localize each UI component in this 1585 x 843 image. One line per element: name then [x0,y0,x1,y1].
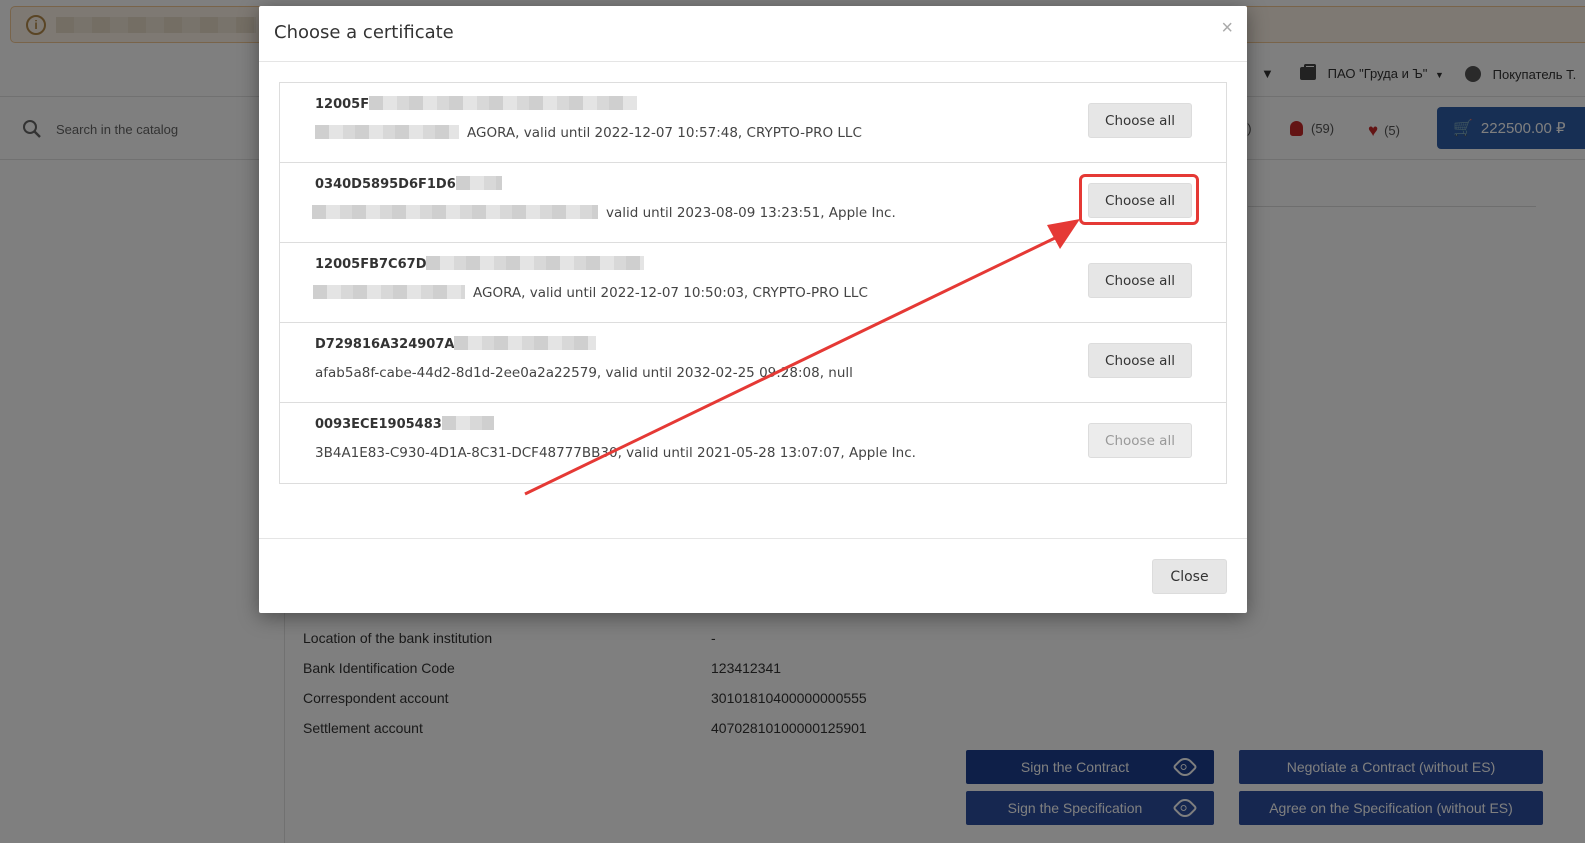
close-button[interactable]: Close [1152,559,1227,594]
certificate-description: 3B4A1E83-C930-4D1A-8C31-DCF48777BB30, va… [315,445,916,461]
certificate-description: AGORA, valid until 2022-12-07 10:50:03, … [313,285,868,301]
redacted-text [315,125,459,139]
close-icon[interactable]: × [1221,18,1233,38]
certificate-description-text: valid until 2023-08-09 13:23:51, Apple I… [606,205,896,221]
certificate-id-text: 0093ECE1905483 [315,417,442,432]
certificate-item: 12005F AGORA, valid until 2022-12-07 10:… [280,83,1226,163]
choose-all-button[interactable]: Choose all [1088,263,1192,298]
redacted-text [454,336,597,350]
redacted-text [313,285,465,299]
redacted-text [312,205,598,219]
certificate-list: 12005F AGORA, valid until 2022-12-07 10:… [279,82,1227,484]
certificate-id: 0340D5895D6F1D6 [315,176,502,192]
redacted-text [441,416,494,430]
redacted-text [369,96,638,110]
certificate-id-text: D729816A324907A [315,337,455,352]
certificate-item: D729816A324907A afab5a8f-cabe-44d2-8d1d-… [280,323,1226,403]
modal-footer: Close [259,538,1247,613]
certificate-description-text: afab5a8f-cabe-44d2-8d1d-2ee0a2a22579, va… [315,365,853,381]
redacted-text [455,176,502,190]
certificate-modal: Choose a certificate × 12005F AGORA, val… [259,6,1247,613]
certificate-id-text: 0340D5895D6F1D6 [315,177,456,192]
certificate-item: 0093ECE1905483 3B4A1E83-C930-4D1A-8C31-D… [280,403,1226,483]
choose-all-button[interactable]: Choose all [1088,183,1192,218]
certificate-id: 12005F [315,96,638,112]
choose-all-button[interactable]: Choose all [1088,343,1192,378]
certificate-item: 12005FB7C67D AGORA, valid until 2022-12-… [280,243,1226,323]
certificate-description: afab5a8f-cabe-44d2-8d1d-2ee0a2a22579, va… [315,365,853,381]
certificate-id-text: 12005FB7C67D [315,257,427,272]
certificate-id: D729816A324907A [315,336,597,352]
certificate-description-text: 3B4A1E83-C930-4D1A-8C31-DCF48777BB30, va… [315,445,916,461]
certificate-description: valid until 2023-08-09 13:23:51, Apple I… [312,205,896,221]
certificate-description-text: AGORA, valid until 2022-12-07 10:50:03, … [473,285,868,301]
certificate-item: 0340D5895D6F1D6 valid until 2023-08-09 1… [280,163,1226,243]
redacted-text [426,256,645,270]
certificate-description-text: AGORA, valid until 2022-12-07 10:57:48, … [467,125,862,141]
certificate-id: 0093ECE1905483 [315,416,494,432]
choose-all-button[interactable]: Choose all [1088,103,1192,138]
certificate-description: AGORA, valid until 2022-12-07 10:57:48, … [315,125,862,141]
choose-all-button-disabled[interactable]: Choose all [1088,423,1192,458]
certificate-id-text: 12005F [315,97,370,112]
certificate-id: 12005FB7C67D [315,256,645,272]
modal-title: Choose a certificate [274,22,454,43]
modal-header: Choose a certificate × [259,6,1247,62]
